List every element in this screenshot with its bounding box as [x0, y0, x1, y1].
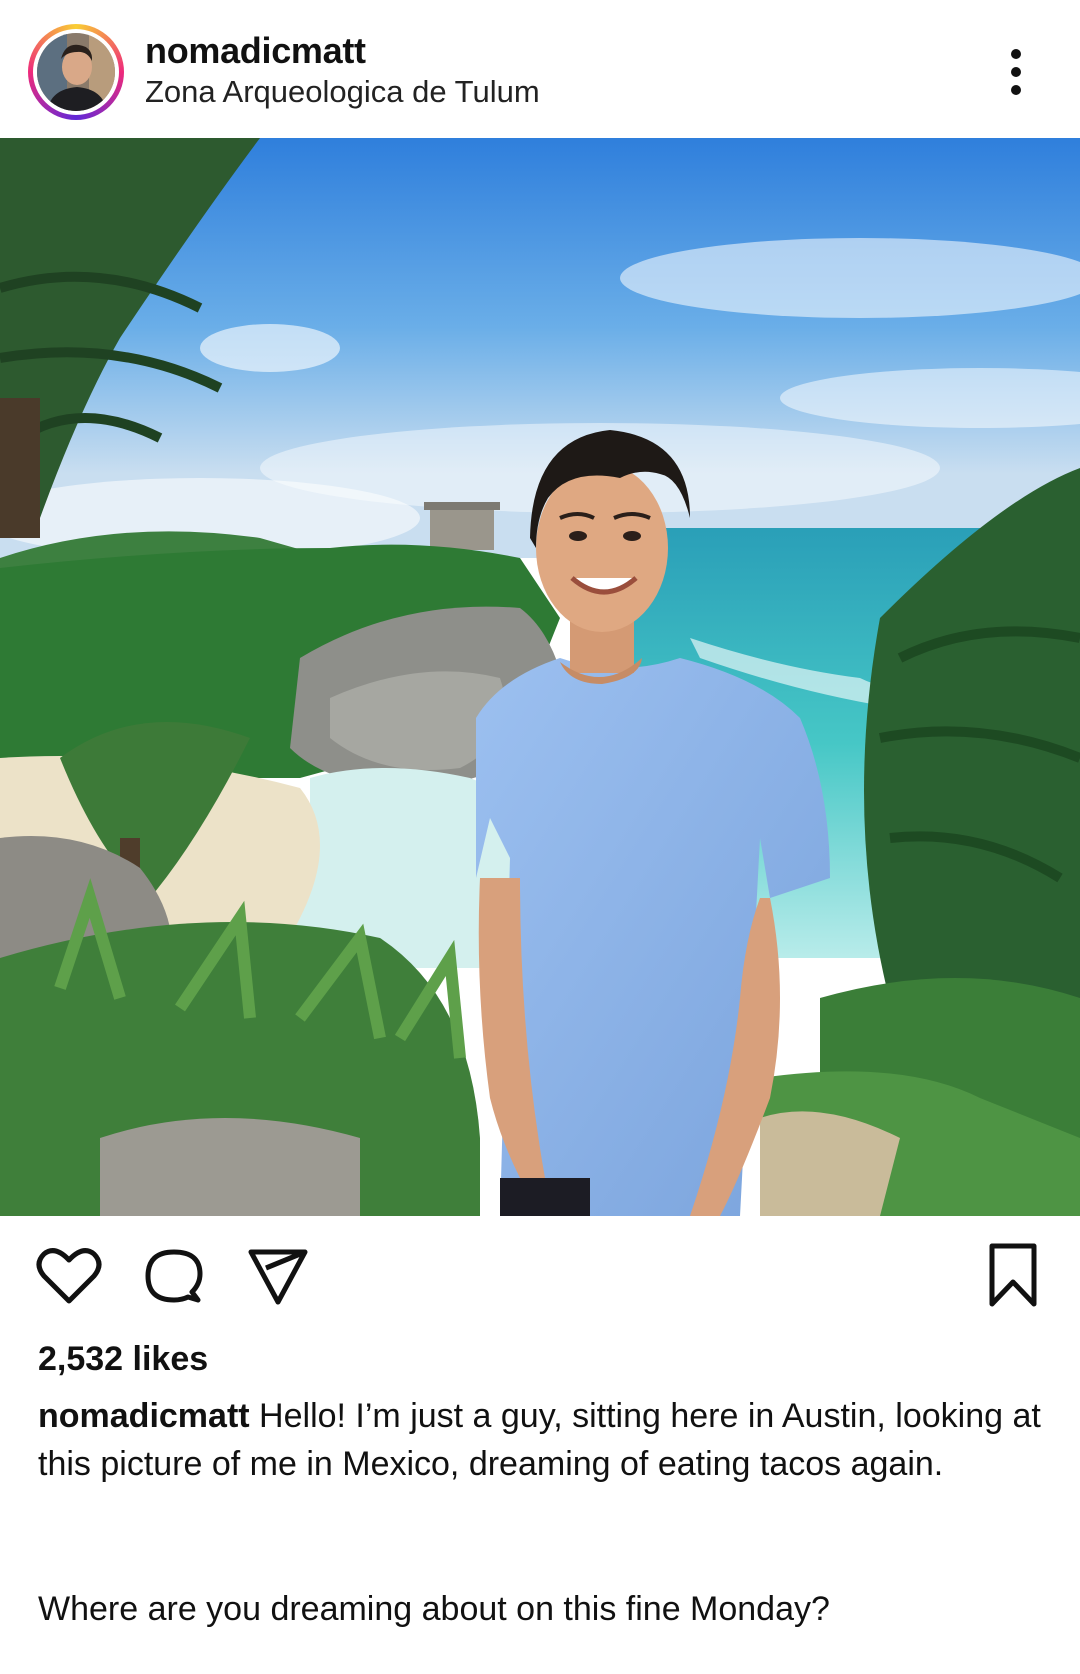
- bookmark-icon[interactable]: [986, 1242, 1040, 1308]
- post-header: nomadicmatt Zona Arqueologica de Tulum: [0, 0, 1080, 138]
- post-photo[interactable]: [0, 138, 1080, 1216]
- caption-question: Where are you dreaming about on this fin…: [38, 1590, 830, 1628]
- avatar-image: [37, 33, 115, 111]
- more-icon[interactable]: [996, 44, 1036, 100]
- caption-author[interactable]: nomadicmatt: [38, 1397, 250, 1435]
- send-icon[interactable]: [246, 1244, 310, 1308]
- post-caption: nomadicmatt Hello! I’m just a guy, sitti…: [38, 1392, 1048, 1488]
- comment-icon[interactable]: [142, 1244, 206, 1308]
- likes-count[interactable]: 2,532 likes: [38, 1340, 208, 1379]
- profile-avatar[interactable]: [28, 24, 124, 120]
- post-actions: [0, 1216, 1080, 1326]
- post-location[interactable]: Zona Arqueologica de Tulum: [145, 74, 540, 110]
- heart-icon[interactable]: [36, 1246, 102, 1306]
- post-username[interactable]: nomadicmatt: [145, 30, 366, 72]
